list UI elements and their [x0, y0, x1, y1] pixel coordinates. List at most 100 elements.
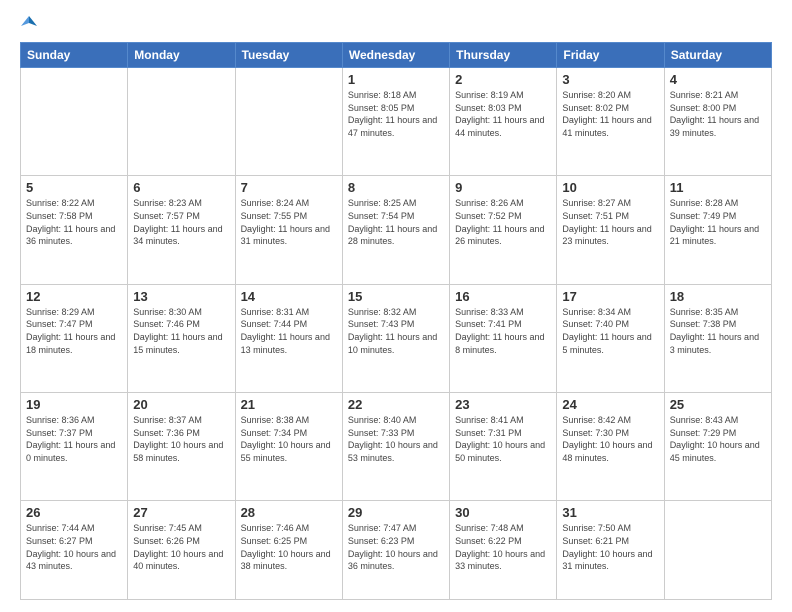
calendar-cell: 9 Sunrise: 8:26 AM Sunset: 7:52 PM Daylig… [450, 176, 557, 284]
calendar-cell: 2 Sunrise: 8:19 AM Sunset: 8:03 PM Daylig… [450, 68, 557, 176]
calendar-cell: 23 Sunrise: 8:41 AM Sunset: 7:31 PM Dayli… [450, 393, 557, 501]
day-number: 31 [562, 505, 658, 520]
calendar-cell: 21 Sunrise: 8:38 AM Sunset: 7:34 PM Dayli… [235, 393, 342, 501]
day-info: Sunrise: 7:48 AM Sunset: 6:22 PM Dayligh… [455, 522, 551, 572]
calendar-cell: 26 Sunrise: 7:44 AM Sunset: 6:27 PM Dayli… [21, 501, 128, 600]
calendar-cell: 29 Sunrise: 7:47 AM Sunset: 6:23 PM Dayli… [342, 501, 449, 600]
day-info: Sunrise: 8:30 AM Sunset: 7:46 PM Dayligh… [133, 306, 229, 356]
day-number: 1 [348, 72, 444, 87]
calendar-cell: 10Sunrise: 8:27 AM Sunset: 7:51 PM Dayli… [557, 176, 664, 284]
day-info: Sunrise: 8:32 AM Sunset: 7:43 PM Dayligh… [348, 306, 444, 356]
day-info: Sunrise: 8:23 AM Sunset: 7:57 PM Dayligh… [133, 197, 229, 247]
calendar-cell: 5 Sunrise: 8:22 AM Sunset: 7:58 PM Daylig… [21, 176, 128, 284]
day-info: Sunrise: 8:18 AM Sunset: 8:05 PM Dayligh… [348, 89, 444, 139]
calendar-cell: 20 Sunrise: 8:37 AM Sunset: 7:36 PM Dayli… [128, 393, 235, 501]
calendar-cell: 14 Sunrise: 8:31 AM Sunset: 7:44 PM Dayli… [235, 284, 342, 392]
calendar-cell: 15 Sunrise: 8:32 AM Sunset: 7:43 PM Dayli… [342, 284, 449, 392]
weekday-header-tuesday: Tuesday [235, 43, 342, 68]
day-number: 24 [562, 397, 658, 412]
day-info: Sunrise: 8:26 AM Sunset: 7:52 PM Dayligh… [455, 197, 551, 247]
calendar-cell: 31 Sunrise: 7:50 AM Sunset: 6:21 PM Dayli… [557, 501, 664, 600]
day-info: Sunrise: 8:21 AM Sunset: 8:00 PM Dayligh… [670, 89, 766, 139]
day-number: 19 [26, 397, 122, 412]
calendar-cell [21, 68, 128, 176]
day-info: Sunrise: 8:41 AM Sunset: 7:31 PM Dayligh… [455, 414, 551, 464]
calendar-cell: 25 Sunrise: 8:43 AM Sunset: 7:29 PM Dayli… [664, 393, 771, 501]
day-number: 11 [670, 180, 766, 195]
day-info: Sunrise: 8:36 AM Sunset: 7:37 PM Dayligh… [26, 414, 122, 464]
calendar-cell: 30 Sunrise: 7:48 AM Sunset: 6:22 PM Dayli… [450, 501, 557, 600]
day-info: Sunrise: 8:35 AM Sunset: 7:38 PM Dayligh… [670, 306, 766, 356]
day-number: 20 [133, 397, 229, 412]
day-info: Sunrise: 8:37 AM Sunset: 7:36 PM Dayligh… [133, 414, 229, 464]
calendar-cell: 6 Sunrise: 8:23 AM Sunset: 7:57 PM Daylig… [128, 176, 235, 284]
day-number: 27 [133, 505, 229, 520]
day-number: 22 [348, 397, 444, 412]
day-number: 16 [455, 289, 551, 304]
day-info: Sunrise: 8:27 AM Sunset: 7:51 PM Dayligh… [562, 197, 658, 247]
page: SundayMondayTuesdayWednesdayThursdayFrid… [0, 0, 792, 612]
weekday-header-row: SundayMondayTuesdayWednesdayThursdayFrid… [21, 43, 772, 68]
day-number: 26 [26, 505, 122, 520]
day-number: 15 [348, 289, 444, 304]
day-info: Sunrise: 7:47 AM Sunset: 6:23 PM Dayligh… [348, 522, 444, 572]
day-info: Sunrise: 8:22 AM Sunset: 7:58 PM Dayligh… [26, 197, 122, 247]
calendar-cell: 7 Sunrise: 8:24 AM Sunset: 7:55 PM Daylig… [235, 176, 342, 284]
day-number: 6 [133, 180, 229, 195]
day-number: 12 [26, 289, 122, 304]
day-number: 21 [241, 397, 337, 412]
day-number: 18 [670, 289, 766, 304]
day-number: 25 [670, 397, 766, 412]
day-info: Sunrise: 8:43 AM Sunset: 7:29 PM Dayligh… [670, 414, 766, 464]
calendar-week-row: 12Sunrise: 8:29 AM Sunset: 7:47 PM Dayli… [21, 284, 772, 392]
day-info: Sunrise: 8:40 AM Sunset: 7:33 PM Dayligh… [348, 414, 444, 464]
day-number: 17 [562, 289, 658, 304]
day-number: 4 [670, 72, 766, 87]
calendar-cell: 18 Sunrise: 8:35 AM Sunset: 7:38 PM Dayli… [664, 284, 771, 392]
calendar-cell: 4 Sunrise: 8:21 AM Sunset: 8:00 PM Daylig… [664, 68, 771, 176]
calendar-cell: 28 Sunrise: 7:46 AM Sunset: 6:25 PM Dayli… [235, 501, 342, 600]
day-info: Sunrise: 8:33 AM Sunset: 7:41 PM Dayligh… [455, 306, 551, 356]
day-info: Sunrise: 7:45 AM Sunset: 6:26 PM Dayligh… [133, 522, 229, 572]
day-info: Sunrise: 8:38 AM Sunset: 7:34 PM Dayligh… [241, 414, 337, 464]
header [20, 16, 772, 34]
day-info: Sunrise: 8:19 AM Sunset: 8:03 PM Dayligh… [455, 89, 551, 139]
day-number: 5 [26, 180, 122, 195]
day-info: Sunrise: 8:20 AM Sunset: 8:02 PM Dayligh… [562, 89, 658, 139]
calendar-week-row: 1 Sunrise: 8:18 AM Sunset: 8:05 PM Daylig… [21, 68, 772, 176]
weekday-header-saturday: Saturday [664, 43, 771, 68]
calendar-cell: 24Sunrise: 8:42 AM Sunset: 7:30 PM Dayli… [557, 393, 664, 501]
day-number: 2 [455, 72, 551, 87]
calendar-cell: 1 Sunrise: 8:18 AM Sunset: 8:05 PM Daylig… [342, 68, 449, 176]
calendar-cell: 11Sunrise: 8:28 AM Sunset: 7:49 PM Dayli… [664, 176, 771, 284]
day-info: Sunrise: 8:24 AM Sunset: 7:55 PM Dayligh… [241, 197, 337, 247]
calendar-week-row: 26 Sunrise: 7:44 AM Sunset: 6:27 PM Dayli… [21, 501, 772, 600]
day-number: 14 [241, 289, 337, 304]
calendar-cell: 27 Sunrise: 7:45 AM Sunset: 6:26 PM Dayli… [128, 501, 235, 600]
day-number: 29 [348, 505, 444, 520]
calendar-table: SundayMondayTuesdayWednesdayThursdayFrid… [20, 42, 772, 600]
calendar-cell: 13 Sunrise: 8:30 AM Sunset: 7:46 PM Dayli… [128, 284, 235, 392]
day-number: 7 [241, 180, 337, 195]
calendar-week-row: 19 Sunrise: 8:36 AM Sunset: 7:37 PM Dayli… [21, 393, 772, 501]
day-number: 28 [241, 505, 337, 520]
weekday-header-sunday: Sunday [21, 43, 128, 68]
weekday-header-monday: Monday [128, 43, 235, 68]
day-number: 30 [455, 505, 551, 520]
calendar-cell: 12Sunrise: 8:29 AM Sunset: 7:47 PM Dayli… [21, 284, 128, 392]
calendar-cell [235, 68, 342, 176]
day-info: Sunrise: 7:44 AM Sunset: 6:27 PM Dayligh… [26, 522, 122, 572]
calendar-cell [128, 68, 235, 176]
day-number: 9 [455, 180, 551, 195]
calendar-cell: 8Sunrise: 8:25 AM Sunset: 7:54 PM Daylig… [342, 176, 449, 284]
calendar-cell: 3Sunrise: 8:20 AM Sunset: 8:02 PM Daylig… [557, 68, 664, 176]
day-number: 23 [455, 397, 551, 412]
day-info: Sunrise: 7:46 AM Sunset: 6:25 PM Dayligh… [241, 522, 337, 572]
calendar-cell: 17 Sunrise: 8:34 AM Sunset: 7:40 PM Dayli… [557, 284, 664, 392]
calendar-week-row: 5 Sunrise: 8:22 AM Sunset: 7:58 PM Daylig… [21, 176, 772, 284]
day-number: 13 [133, 289, 229, 304]
day-info: Sunrise: 8:34 AM Sunset: 7:40 PM Dayligh… [562, 306, 658, 356]
day-info: Sunrise: 7:50 AM Sunset: 6:21 PM Dayligh… [562, 522, 658, 572]
day-info: Sunrise: 8:31 AM Sunset: 7:44 PM Dayligh… [241, 306, 337, 356]
calendar-cell: 19 Sunrise: 8:36 AM Sunset: 7:37 PM Dayli… [21, 393, 128, 501]
